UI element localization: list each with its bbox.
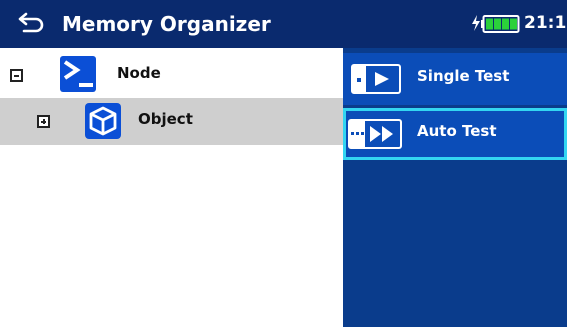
back-arrow-icon[interactable] (18, 10, 44, 36)
clock: 21:19 (524, 13, 567, 33)
terminal-node-icon (60, 56, 96, 92)
tree-item-object[interactable]: Object (0, 98, 343, 145)
auto-test-button[interactable]: Auto Test (343, 108, 567, 160)
collapse-icon[interactable] (10, 69, 23, 82)
tree-item-label: Object (138, 110, 193, 128)
test-menu-panel: Single Test Auto Test (343, 48, 567, 327)
menu-item-label: Auto Test (417, 122, 497, 140)
page-title: Memory Organizer (62, 12, 271, 36)
cube-object-icon (85, 103, 121, 139)
auto-test-icon (348, 119, 402, 149)
tree-panel: Node Object (0, 48, 343, 327)
single-test-button[interactable]: Single Test (343, 53, 567, 105)
tree-item-label: Node (117, 64, 161, 82)
tree-item-node[interactable]: Node (0, 52, 343, 100)
single-test-icon (351, 64, 401, 94)
expand-icon[interactable] (37, 115, 50, 128)
battery-icon (481, 15, 520, 33)
menu-item-label: Single Test (417, 67, 510, 85)
charging-bolt-icon (472, 15, 480, 31)
header-bar: Memory Organizer 21:19 (0, 0, 567, 48)
